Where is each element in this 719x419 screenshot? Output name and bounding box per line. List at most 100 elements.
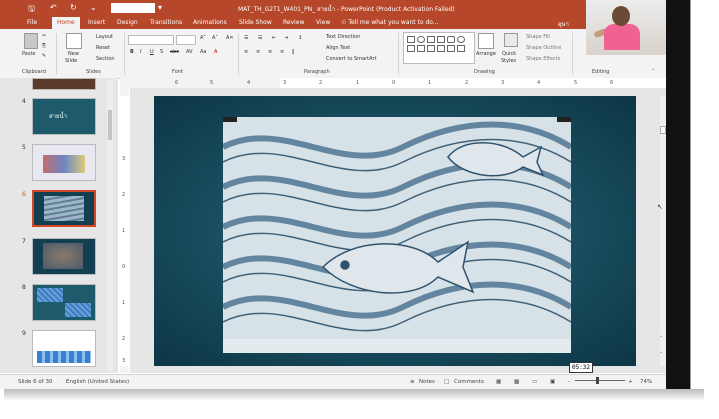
slide-thumbnail-partial[interactable] bbox=[32, 78, 96, 90]
slide-thumbnail[interactable] bbox=[32, 330, 96, 367]
picture-handle-left[interactable] bbox=[223, 117, 237, 122]
slide-sorter-icon[interactable]: ▩ bbox=[514, 379, 519, 385]
star-shape-icon[interactable] bbox=[457, 45, 465, 52]
rounded-rect-shape-icon[interactable] bbox=[447, 36, 455, 43]
new-slide-button[interactable]: New bbox=[68, 51, 79, 57]
corner-shape-icon[interactable] bbox=[417, 45, 425, 52]
text-direction-button[interactable]: Text Direction bbox=[326, 34, 360, 40]
tab-file[interactable]: File bbox=[27, 19, 37, 26]
paste-button[interactable]: Paste bbox=[22, 51, 36, 57]
wave-fish-picture[interactable] bbox=[223, 117, 571, 353]
align-right-icon[interactable]: ≡ bbox=[268, 49, 272, 55]
triangle-shape-icon[interactable] bbox=[407, 45, 415, 52]
previous-slide-icon[interactable]: ˄ bbox=[660, 336, 663, 342]
cut-icon[interactable]: ✂ bbox=[42, 33, 46, 39]
quick-styles-button-line2[interactable]: Styles bbox=[501, 58, 516, 64]
format-painter-icon[interactable]: ✎ bbox=[42, 53, 46, 59]
normal-view-icon[interactable]: ▦ bbox=[496, 379, 501, 385]
section-button[interactable]: Section bbox=[96, 56, 115, 62]
save-icon[interactable]: 🖫 bbox=[28, 3, 35, 17]
next-slide-icon[interactable]: ˅ bbox=[660, 352, 663, 358]
slide-thumbnail-selected[interactable] bbox=[32, 190, 96, 227]
shape-outline-button[interactable]: Shape Outline bbox=[526, 45, 561, 51]
tab-slide-show[interactable]: Slide Show bbox=[239, 19, 272, 26]
tab-view[interactable]: View bbox=[316, 19, 330, 26]
arrange-icon[interactable] bbox=[478, 33, 494, 49]
slide-thumbnail[interactable] bbox=[32, 238, 96, 275]
columns-icon[interactable]: ‖ bbox=[292, 49, 295, 55]
slide-show-icon[interactable]: ▣ bbox=[550, 379, 555, 385]
new-slide-button-line2[interactable]: Slide bbox=[65, 58, 77, 64]
notes-button[interactable]: Notes bbox=[419, 379, 435, 385]
quick-styles-icon[interactable] bbox=[504, 33, 518, 47]
font-size-input[interactable] bbox=[176, 35, 196, 45]
line-spacing-icon[interactable]: ↕ bbox=[298, 35, 302, 41]
curve-shape-icon[interactable] bbox=[437, 45, 445, 52]
increase-indent-icon[interactable]: ⇥ bbox=[284, 35, 288, 41]
quick-access-input[interactable] bbox=[111, 3, 155, 13]
reading-view-icon[interactable]: ▭ bbox=[532, 379, 537, 385]
shrink-font-icon[interactable]: A˅ bbox=[212, 35, 218, 41]
tab-transitions[interactable]: Transitions bbox=[150, 19, 182, 26]
redo-icon[interactable]: ↻ bbox=[70, 3, 77, 12]
justify-icon[interactable]: ≡ bbox=[280, 49, 284, 55]
dropdown-arrow-icon[interactable]: ▾ bbox=[158, 3, 162, 12]
tell-me-box[interactable]: ☉ Tell me what you want to do... bbox=[341, 19, 439, 26]
scrollbar-thumb[interactable] bbox=[108, 110, 112, 140]
tab-design[interactable]: Design bbox=[117, 19, 138, 26]
shape-fill-button[interactable]: Shape Fill bbox=[526, 34, 550, 40]
underline-icon[interactable]: U bbox=[150, 49, 154, 55]
layout-button[interactable]: Layout bbox=[96, 34, 113, 40]
new-slide-icon[interactable] bbox=[66, 33, 82, 49]
zoom-level[interactable]: 74% bbox=[640, 379, 652, 385]
collapse-ribbon-icon[interactable]: ˄ bbox=[652, 69, 655, 75]
shapes-gallery[interactable] bbox=[403, 32, 475, 64]
grow-font-icon[interactable]: A˄ bbox=[200, 35, 206, 41]
zoom-slider-track[interactable] bbox=[575, 380, 625, 381]
shadow-icon[interactable]: S bbox=[160, 49, 163, 55]
font-color-icon[interactable]: A bbox=[214, 49, 217, 55]
copy-icon[interactable]: ⎘ bbox=[42, 43, 46, 49]
undo-icon[interactable]: ↶ bbox=[50, 3, 57, 12]
user-name[interactable]: อุษา bbox=[558, 19, 569, 29]
quick-styles-button[interactable]: Quick bbox=[502, 51, 516, 57]
font-name-input[interactable] bbox=[128, 35, 174, 45]
align-left-icon[interactable]: ≡ bbox=[244, 49, 248, 55]
circle-shape-icon[interactable] bbox=[457, 36, 465, 43]
picture-handle-right[interactable] bbox=[557, 117, 571, 122]
numbering-icon[interactable]: ☰ bbox=[258, 35, 262, 41]
tab-home[interactable]: Home bbox=[52, 17, 80, 29]
strikethrough-icon[interactable]: abc bbox=[170, 49, 179, 55]
elbow-shape-icon[interactable] bbox=[427, 45, 435, 52]
decrease-indent-icon[interactable]: ⇤ bbox=[272, 35, 276, 41]
brace-shape-icon[interactable] bbox=[447, 45, 455, 52]
align-center-icon[interactable]: ≡ bbox=[256, 49, 260, 55]
customize-qat-icon[interactable]: ⌄ bbox=[90, 3, 97, 12]
reset-button[interactable]: Reset bbox=[96, 45, 110, 51]
bullets-icon[interactable]: ☰ bbox=[244, 35, 248, 41]
shape-effects-button[interactable]: Shape Effects bbox=[526, 56, 560, 62]
zoom-in-button[interactable]: + bbox=[628, 379, 633, 385]
line-shape-icon[interactable] bbox=[427, 36, 435, 43]
char-spacing-icon[interactable]: AV bbox=[186, 49, 193, 55]
tab-insert[interactable]: Insert bbox=[88, 19, 105, 26]
tab-review[interactable]: Review bbox=[283, 19, 304, 26]
paste-icon[interactable] bbox=[24, 33, 38, 49]
oval-shape-icon[interactable] bbox=[417, 36, 425, 43]
tab-animations[interactable]: Animations bbox=[193, 19, 227, 26]
change-case-icon[interactable]: Aa bbox=[200, 49, 206, 55]
arrow-shape-icon[interactable] bbox=[437, 36, 445, 43]
rectangle-shape-icon[interactable] bbox=[407, 36, 415, 43]
slide-thumbnail[interactable]: สายน้ำ bbox=[32, 98, 96, 135]
comments-icon[interactable]: □ bbox=[444, 379, 449, 385]
italic-icon[interactable]: I bbox=[140, 49, 141, 55]
slide-thumbnail[interactable] bbox=[32, 284, 96, 321]
zoom-out-button[interactable]: - bbox=[568, 379, 570, 385]
arrange-button[interactable]: Arrange bbox=[476, 51, 496, 57]
language-indicator[interactable]: English (United States) bbox=[66, 379, 129, 385]
thumbnail-scrollbar[interactable] bbox=[107, 80, 113, 370]
zoom-slider-knob[interactable] bbox=[596, 377, 599, 384]
notes-icon[interactable]: ≡ bbox=[410, 379, 415, 385]
convert-smartart-button[interactable]: Convert to SmartArt bbox=[326, 56, 377, 62]
clear-format-icon[interactable]: A✕ bbox=[226, 35, 234, 41]
